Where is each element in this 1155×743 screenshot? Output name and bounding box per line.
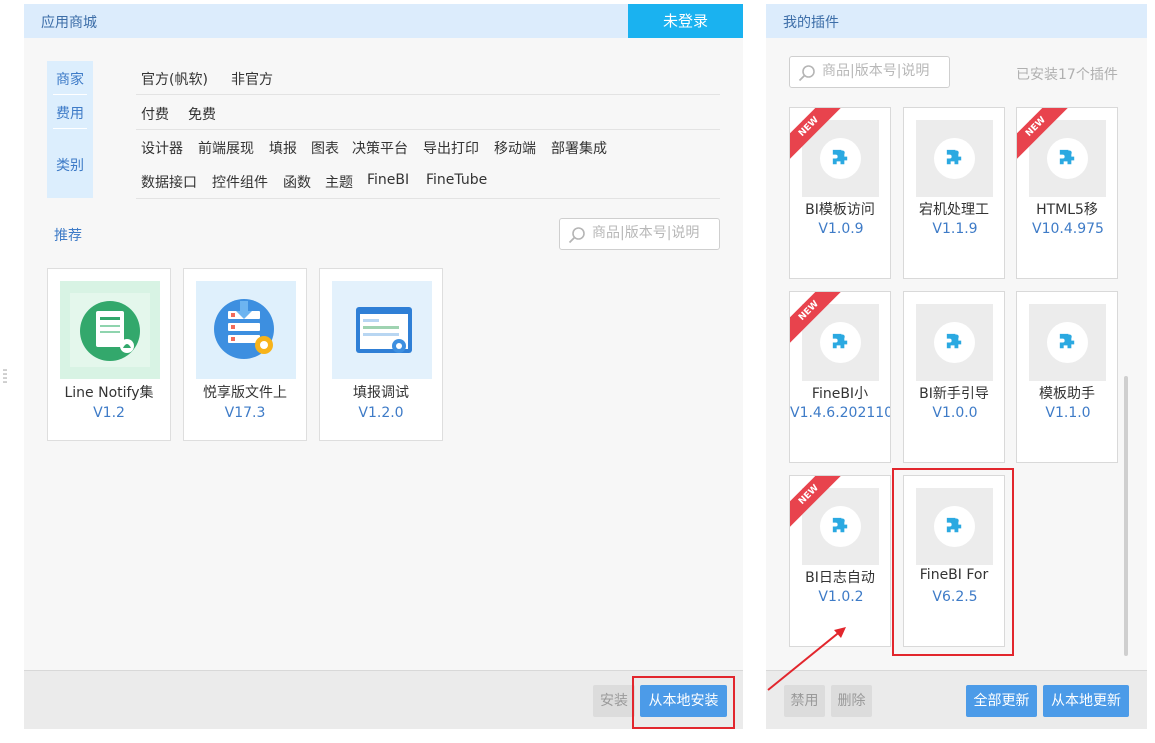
update-all-button[interactable]: 全部更新	[966, 685, 1037, 717]
filter-category-designer[interactable]: 设计器	[141, 138, 183, 158]
plugin-version: V1.0.9	[818, 221, 864, 237]
plugin-name: 宕机处理工	[919, 202, 989, 218]
update-from-local-button[interactable]: 从本地更新	[1043, 685, 1129, 717]
filter-category-mobile[interactable]: 移动端	[494, 138, 536, 158]
plugin-version: V1.0.2	[818, 589, 864, 605]
plugin-name: FineBI小	[811, 386, 869, 402]
plugin-list-scrollbar[interactable]	[1124, 376, 1128, 656]
plugin-name: 模板助手	[1039, 386, 1095, 402]
filter-category-decision[interactable]: 决策平台	[352, 138, 408, 158]
line-notify-thumbnail	[60, 281, 160, 379]
app-store-panel: 应用商城 未登录 商家 费用 类别 官方(帆软) 非官方 付费 免费 设计器 前…	[24, 4, 743, 729]
puzzle-icon	[1059, 333, 1075, 349]
my-plugins-title: 我的插件	[783, 15, 839, 31]
filter-divider	[136, 198, 720, 199]
recommended-name: 悦享版文件上	[203, 385, 287, 401]
filter-merchant-unofficial[interactable]: 非官方	[231, 69, 273, 89]
filter-fee-free[interactable]: 免费	[188, 104, 216, 124]
fill-debug-thumbnail	[332, 281, 432, 379]
filter-fee-paid[interactable]: 付费	[141, 104, 169, 124]
filter-category-function[interactable]: 函数	[283, 172, 311, 192]
recommended-version: V1.2	[93, 405, 125, 421]
plugin-search-box[interactable]	[789, 56, 952, 88]
search-icon	[798, 65, 815, 82]
filter-label-category: 类别	[56, 158, 84, 174]
plugin-name: BI日志自动	[805, 570, 875, 586]
plugin-card[interactable]: NEW FineBI小 V1.4.6.202110	[789, 291, 891, 463]
filter-category-export[interactable]: 导出打印	[423, 138, 479, 158]
login-button[interactable]: 未登录	[628, 4, 743, 38]
filter-category-chart[interactable]: 图表	[311, 138, 339, 158]
filter-category-fill[interactable]: 填报	[269, 138, 297, 158]
search-icon	[568, 227, 585, 244]
filter-category-deploy[interactable]: 部署集成	[551, 138, 607, 158]
panel-resize-handle[interactable]	[3, 368, 7, 384]
recommended-version: V1.2.0	[358, 405, 404, 421]
filter-category-frontend[interactable]: 前端展现	[198, 138, 254, 158]
filter-category-finebi[interactable]: FineBI	[367, 172, 409, 188]
recommended-name: Line Notify集	[64, 385, 154, 401]
plugin-name: BI新手引导	[919, 386, 989, 402]
install-button[interactable]: 安装	[593, 685, 635, 717]
puzzle-icon	[832, 333, 848, 349]
plugin-thumbnail	[916, 120, 993, 197]
my-plugins-header: 我的插件	[766, 4, 1147, 38]
plugin-card[interactable]: BI新手引导 V1.0.0	[903, 291, 1005, 463]
plugin-thumbnail	[916, 304, 993, 381]
plugin-version: V1.1.9	[932, 221, 978, 237]
plugin-version: V10.4.975	[1032, 221, 1104, 237]
recommended-version: V17.3	[224, 405, 266, 421]
puzzle-icon	[832, 149, 848, 165]
installed-count: 已安装17个插件	[1016, 67, 1118, 83]
app-store-header: 应用商城 未登录	[24, 4, 743, 38]
plugin-card[interactable]: 宕机处理工 V1.1.9	[903, 107, 1005, 279]
plugin-version: V1.4.6.202110	[790, 405, 891, 421]
filter-label-divider	[53, 128, 87, 129]
recommended-card[interactable]: 填报调试 V1.2.0	[319, 268, 443, 441]
puzzle-icon	[946, 333, 962, 349]
filter-label-fee: 费用	[56, 106, 84, 122]
store-search-input[interactable]	[592, 225, 722, 241]
recommended-card[interactable]: Line Notify集 V1.2	[47, 268, 171, 441]
plugin-version: V1.0.0	[932, 405, 978, 421]
annotation-arrow	[767, 627, 846, 691]
filter-category-theme[interactable]: 主题	[325, 172, 353, 192]
filter-label-divider	[53, 94, 87, 95]
filter-category-finetube[interactable]: FineTube	[426, 172, 487, 188]
filter-divider	[136, 129, 720, 130]
filter-labels: 商家 费用 类别	[47, 61, 93, 198]
plugin-card[interactable]: 模板助手 V1.1.0	[1016, 291, 1118, 463]
plugin-card[interactable]: NEW HTML5移 V10.4.975	[1016, 107, 1118, 279]
filter-label-merchant: 商家	[56, 72, 84, 88]
file-upload-thumbnail	[196, 281, 296, 379]
recommend-label: 推荐	[54, 228, 82, 244]
plugin-card[interactable]: NEW BI模板访问 V1.0.9	[789, 107, 891, 279]
filter-divider	[136, 94, 720, 95]
filter-merchant-official[interactable]: 官方(帆软)	[141, 69, 208, 89]
puzzle-icon	[832, 517, 848, 533]
puzzle-icon	[1059, 149, 1075, 165]
recommended-card[interactable]: 悦享版文件上 V17.3	[183, 268, 307, 441]
app-store-title: 应用商城	[41, 15, 97, 31]
store-search-box[interactable]	[559, 218, 722, 250]
plugin-version: V1.1.0	[1045, 405, 1091, 421]
plugin-search-input[interactable]	[822, 63, 952, 79]
plugin-name: BI模板访问	[805, 202, 875, 218]
plugin-thumbnail	[1029, 304, 1106, 381]
plugin-name: HTML5移	[1036, 202, 1098, 218]
highlight-plugin	[892, 468, 1014, 656]
recommended-name: 填报调试	[353, 385, 409, 401]
filter-category-widget[interactable]: 控件组件	[212, 172, 268, 192]
highlight-local-install	[632, 676, 735, 729]
puzzle-icon	[946, 149, 962, 165]
filter-category-data-interface[interactable]: 数据接口	[141, 172, 197, 192]
